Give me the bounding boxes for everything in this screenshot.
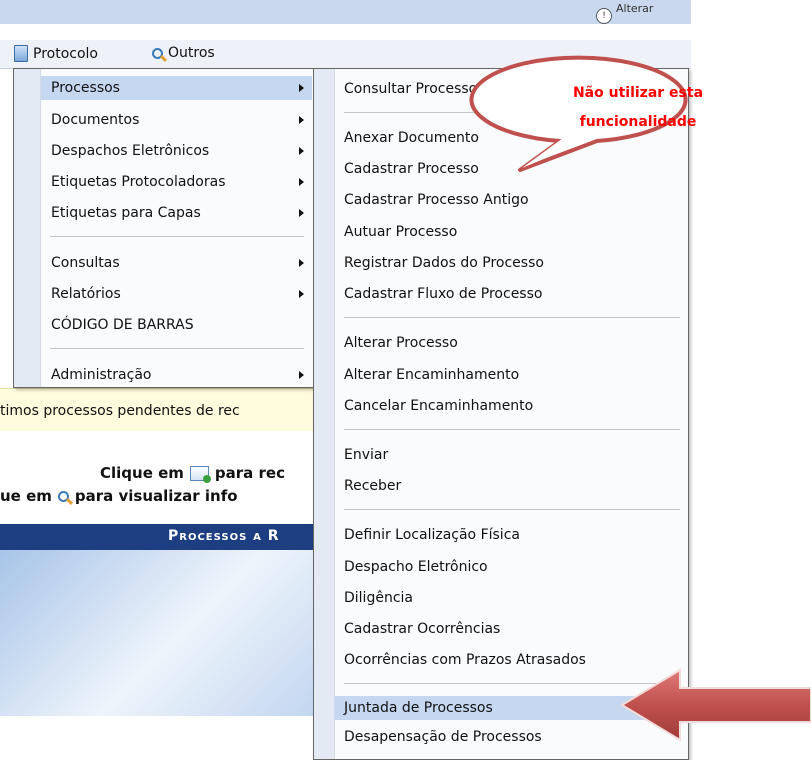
submenu-item-receber[interactable]: Receber — [335, 474, 686, 498]
submenu-item-cadastrar-ocorrencias[interactable]: Cadastrar Ocorrências — [335, 617, 686, 641]
submenu-item-cadastrar-processo-antigo[interactable]: Cadastrar Processo Antigo — [335, 188, 686, 212]
submenu-item-registrar-dados[interactable]: Registrar Dados do Processo — [335, 251, 686, 275]
submenu-arrow-icon — [299, 178, 304, 186]
menu-item-label: Cadastrar Processo — [344, 161, 479, 177]
menu-item-label: Cadastrar Processo Antigo — [344, 192, 529, 208]
menu-item-label: Etiquetas Protocoladoras — [51, 174, 226, 190]
menu-item-relatorios[interactable]: Relatórios — [41, 282, 312, 306]
menu-separator — [344, 429, 680, 430]
warning-icon: ! — [596, 8, 612, 24]
submenu-arrow-icon — [299, 84, 304, 92]
menu-gutter — [314, 69, 335, 759]
submenu-arrow-icon — [299, 371, 304, 379]
menu-item-etiquetas-protocoladoras[interactable]: Etiquetas Protocoladoras — [41, 170, 312, 194]
menu-item-administracao[interactable]: Administração — [41, 363, 312, 387]
submenu-arrow-icon — [299, 116, 304, 124]
menu-item-label: Processos — [51, 80, 120, 96]
submenu-item-juntada-processos[interactable]: Juntada de Processos — [335, 696, 686, 720]
submenu-item-autuar-processo[interactable]: Autuar Processo — [335, 220, 686, 244]
pending-notice-text: timos processos pendentes de rec — [0, 403, 240, 419]
receive-instruction-prefix: Clique em — [100, 464, 184, 482]
table-header-label: Processos a R — [168, 528, 280, 544]
submenu-item-cancelar-encaminhamento[interactable]: Cancelar Encaminhamento — [335, 394, 686, 418]
submenu-item-alterar-encaminhamento[interactable]: Alterar Encaminhamento — [335, 363, 686, 387]
menu-item-label: Documentos — [51, 112, 140, 128]
menu-item-label: Cancelar Encaminhamento — [344, 398, 534, 414]
protocolo-dropdown: Processos Documentos Despachos Eletrônic… — [13, 68, 315, 388]
menu-separator — [50, 348, 304, 349]
menu-item-label: Consultar Processo — [344, 81, 478, 97]
menu-bar: Protocolo Outros — [0, 40, 691, 69]
search-icon — [152, 47, 163, 59]
submenu-arrow-icon — [299, 147, 304, 155]
submenu-item-definir-localizacao[interactable]: Definir Localização Física — [335, 523, 686, 547]
menu-item-label: Cadastrar Fluxo de Processo — [344, 286, 543, 302]
submenu-item-despacho-eletronico[interactable]: Despacho Eletrônico — [335, 555, 686, 579]
menu-item-despachos[interactable]: Despachos Eletrônicos — [41, 139, 312, 163]
submenu-item-cadastrar-fluxo[interactable]: Cadastrar Fluxo de Processo — [335, 282, 686, 306]
table-header: Processos a R — [0, 524, 315, 550]
receive-instruction-suffix: para rec — [214, 464, 285, 482]
view-instruction-prefix: ue em — [0, 487, 52, 505]
menu-item-label: Despachos Eletrônicos — [51, 143, 210, 159]
table-body-background — [0, 550, 315, 716]
receive-icon — [189, 465, 211, 483]
view-instruction: ue em para visualizar info — [0, 487, 238, 505]
menu-separator — [344, 683, 680, 684]
menu-item-label: Diligência — [344, 590, 413, 606]
menu-item-label: Ocorrências com Prazos Atrasados — [344, 652, 586, 668]
menu-item-label: Cadastrar Ocorrências — [344, 621, 501, 637]
receive-instruction: Clique em para rec — [100, 464, 285, 483]
menu-item-processos[interactable]: Processos — [41, 76, 312, 100]
menu-item-label: Definir Localização Física — [344, 527, 520, 543]
menu-item-codigo-barras[interactable]: CÓDIGO DE BARRAS — [41, 313, 312, 337]
callout-text: Não utilizar esta funcionalidade — [520, 79, 756, 137]
processos-submenu: Consultar Processo Anexar Documento Cada… — [313, 68, 689, 760]
menu-item-label: Enviar — [344, 447, 389, 463]
callout-line-1: Não utilizar esta — [572, 85, 704, 101]
submenu-item-ocorrencias-atrasados[interactable]: Ocorrências com Prazos Atrasados — [335, 648, 686, 672]
submenu-item-diligencia[interactable]: Diligência — [335, 586, 686, 610]
callout-line-2: funcionalidade — [579, 114, 697, 130]
menu-item-label: Consultas — [51, 255, 120, 271]
top-band: ! Alterar — [0, 0, 691, 24]
submenu-item-enviar[interactable]: Enviar — [335, 443, 686, 467]
menu-gutter — [14, 69, 41, 387]
menu-item-label: Despacho Eletrônico — [344, 559, 488, 575]
menu-item-label: Autuar Processo — [344, 224, 458, 240]
menu-protocolo[interactable]: Protocolo — [14, 45, 98, 62]
submenu-item-alterar-processo[interactable]: Alterar Processo — [335, 331, 686, 355]
view-search-icon — [57, 490, 69, 502]
menu-item-label: Receber — [344, 478, 402, 494]
menu-separator — [344, 317, 680, 318]
menu-item-label: Alterar Processo — [344, 335, 458, 351]
menu-outros-label: Outros — [168, 45, 215, 61]
menu-item-label: Registrar Dados do Processo — [344, 255, 544, 271]
menu-item-label: Etiquetas para Capas — [51, 205, 201, 221]
menu-item-label: CÓDIGO DE BARRAS — [51, 317, 194, 333]
menu-item-label: Juntada de Processos — [344, 700, 493, 716]
menu-outros[interactable]: Outros — [152, 45, 215, 61]
menu-item-label: Alterar Encaminhamento — [344, 367, 520, 383]
view-instruction-suffix: para visualizar info — [74, 487, 238, 505]
submenu-arrow-icon — [299, 259, 304, 267]
menu-item-label: Relatórios — [51, 286, 121, 302]
submenu-item-desapensacao[interactable]: Desapensação de Processos — [335, 725, 686, 749]
top-link-cut[interactable]: Alterar — [616, 2, 653, 15]
menu-separator — [344, 509, 680, 510]
submenu-arrow-icon — [299, 209, 304, 217]
menu-item-etiquetas-capas[interactable]: Etiquetas para Capas — [41, 201, 312, 225]
menu-item-documentos[interactable]: Documentos — [41, 108, 312, 132]
menu-item-label: Anexar Documento — [344, 130, 479, 146]
submenu-arrow-icon — [299, 290, 304, 298]
document-icon — [14, 45, 28, 62]
menu-item-label: Administração — [51, 367, 152, 383]
pending-notice-bar: timos processos pendentes de rec — [0, 388, 315, 431]
submenu-item-cadastrar-processo[interactable]: Cadastrar Processo — [335, 157, 686, 181]
menu-separator — [50, 236, 304, 237]
menu-protocolo-label: Protocolo — [33, 45, 98, 62]
menu-item-consultas[interactable]: Consultas — [41, 251, 312, 275]
menu-item-label: Desapensação de Processos — [344, 729, 542, 745]
